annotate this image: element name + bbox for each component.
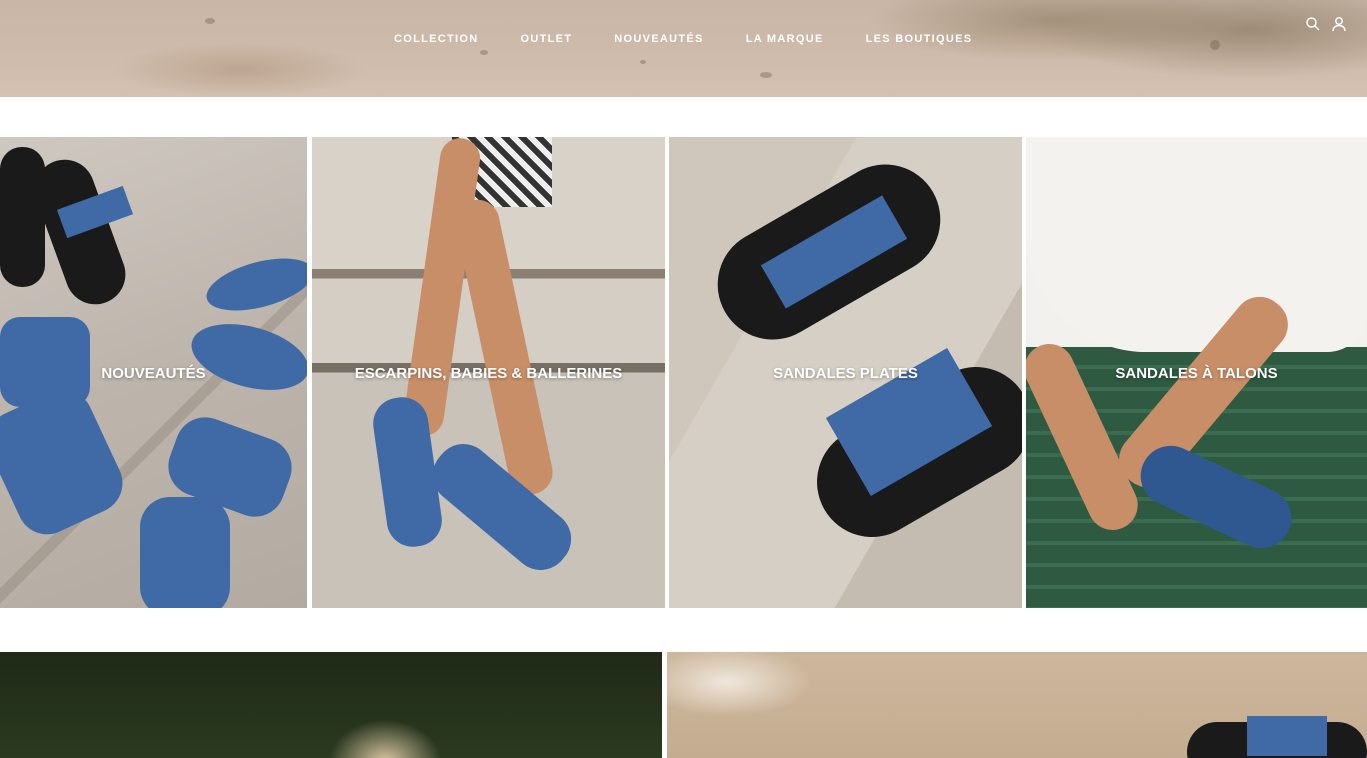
nav-la-marque[interactable]: LA MARQUE bbox=[746, 33, 824, 45]
category-tiles: NOUVEAUTÉS ESCARPINS, BABIES & BALLERINE… bbox=[0, 137, 1367, 608]
tile-sandales-plates[interactable]: SANDALES PLATES bbox=[669, 137, 1022, 608]
tile-nouveautes[interactable]: NOUVEAUTÉS bbox=[0, 137, 307, 608]
tile-label: ESCARPINS, BABIES & BALLERINES bbox=[354, 365, 623, 382]
main-nav: COLLECTION OUTLET NOUVEAUTÉS LA MARQUE L… bbox=[394, 33, 972, 45]
promo-image-right[interactable] bbox=[667, 652, 1367, 758]
nav-les-boutiques[interactable]: LES BOUTIQUES bbox=[866, 33, 973, 45]
nav-collection[interactable]: COLLECTION bbox=[394, 33, 479, 45]
header-icons bbox=[1305, 16, 1347, 32]
tile-label: SANDALES À TALONS bbox=[1115, 365, 1278, 382]
promo-image-left[interactable] bbox=[0, 652, 662, 758]
tile-label: SANDALES PLATES bbox=[773, 365, 918, 382]
tile-label: NOUVEAUTÉS bbox=[101, 365, 206, 382]
nav-outlet[interactable]: OUTLET bbox=[521, 33, 573, 45]
tile-sandales-a-talons[interactable]: SANDALES À TALONS bbox=[1026, 137, 1367, 608]
tile-escarpins[interactable]: ESCARPINS, BABIES & BALLERINES bbox=[312, 137, 665, 608]
nav-nouveautes[interactable]: NOUVEAUTÉS bbox=[614, 33, 703, 45]
search-icon[interactable] bbox=[1305, 16, 1321, 32]
user-icon[interactable] bbox=[1331, 16, 1347, 32]
hero-banner: COLLECTION OUTLET NOUVEAUTÉS LA MARQUE L… bbox=[0, 0, 1367, 97]
